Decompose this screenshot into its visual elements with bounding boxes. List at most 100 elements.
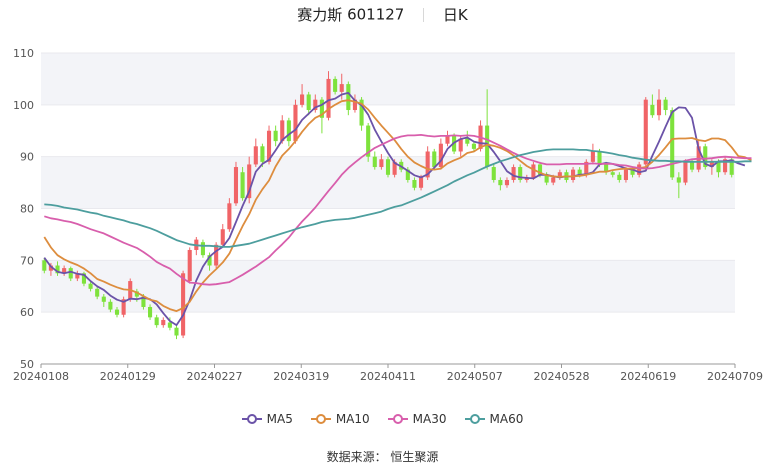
legend-item-ma5[interactable]: MA5 [241, 412, 293, 426]
y-tick-label: 110 [13, 47, 34, 60]
legend-label: MA60 [489, 412, 524, 426]
candle [187, 247, 192, 284]
x-tick-label: 20240227 [187, 370, 243, 383]
candle [181, 270, 186, 339]
candle-body [42, 260, 47, 271]
legend-label: MA30 [412, 412, 447, 426]
chart-container: 赛力斯 601127 日K 50 60 70 80 90 100 110 20240108 2… [0, 0, 765, 465]
candle [293, 99, 298, 144]
candle-body [471, 143, 476, 149]
candle-body [161, 319, 166, 326]
candle-body [200, 242, 205, 256]
candle-body [412, 179, 417, 188]
candle-body [167, 322, 172, 328]
x-tick-label: 20240319 [273, 370, 329, 383]
candle [491, 164, 496, 183]
candle-body [88, 283, 93, 289]
x-tick-label: 20240507 [447, 370, 503, 383]
candle-body [68, 268, 73, 279]
candle-body [306, 94, 311, 111]
candle [385, 156, 391, 178]
grid-band [41, 104, 735, 157]
candle-body [689, 161, 695, 170]
x-tick-label: 20240528 [534, 370, 590, 383]
x-tick-label: 20240411 [360, 370, 416, 383]
candle-body [623, 169, 628, 180]
legend-item-ma10[interactable]: MA10 [310, 412, 370, 426]
candle-body [101, 296, 106, 302]
candle [366, 122, 371, 162]
candle-body [300, 94, 305, 105]
candle-body [333, 78, 338, 92]
candle-body [670, 110, 675, 178]
candle-body [114, 309, 120, 315]
candle-body [326, 78, 331, 118]
y-tick-label: 100 [13, 99, 34, 112]
candle [670, 107, 675, 180]
candle-body [610, 172, 615, 175]
y-tick-label: 80 [20, 203, 34, 216]
grid-band [41, 53, 735, 105]
candle-body [491, 167, 496, 180]
candle-body [676, 177, 681, 183]
candle-body [253, 146, 258, 165]
candle-body [656, 99, 662, 116]
grid-band [41, 312, 735, 364]
candle-body [643, 99, 648, 165]
candle-body [227, 203, 232, 230]
candle-body [181, 273, 186, 336]
legend-swatch [464, 413, 485, 425]
candle [643, 97, 648, 168]
legend-swatch [310, 413, 331, 425]
y-tick-label: 70 [20, 254, 34, 267]
candle-body [418, 177, 424, 188]
x-tick-label: 20240129 [100, 370, 156, 383]
candle-body [571, 169, 576, 180]
y-tick-label: 60 [20, 306, 34, 319]
candle-body [293, 104, 298, 142]
source-value: 恒生聚源 [390, 450, 439, 464]
candle-body [511, 167, 516, 180]
candle-body [683, 161, 688, 183]
candle [518, 164, 523, 183]
candle [703, 143, 708, 170]
candle-body [498, 179, 503, 186]
legend-label: MA10 [335, 412, 370, 426]
candle-body [346, 84, 351, 111]
candle-body [551, 177, 556, 183]
candle-body [187, 249, 192, 282]
candle-body [95, 288, 100, 297]
y-axis: 5060708090100110 [13, 47, 34, 371]
candle-body [214, 244, 219, 266]
legend-swatch [241, 413, 262, 425]
candle-body [445, 135, 450, 144]
legend-swatch [387, 413, 408, 425]
candle-body [286, 120, 291, 142]
candle [333, 76, 338, 95]
x-tick-label: 20240709 [707, 370, 763, 383]
source-label: 数据来源： [326, 450, 387, 464]
candle-body [617, 174, 622, 180]
candle-body [372, 156, 377, 168]
candle-body [432, 151, 437, 168]
candle [200, 239, 205, 258]
candle [511, 164, 516, 183]
candle-body [220, 229, 225, 245]
legend-label: MA5 [266, 412, 293, 426]
data-source: 数据来源： 恒生聚源 [0, 448, 765, 465]
candle-body [174, 327, 179, 336]
candle-body [148, 306, 153, 318]
candle-body [379, 159, 384, 168]
legend-item-ma60[interactable]: MA60 [464, 412, 524, 426]
candle-body [663, 99, 668, 111]
candle-body [650, 104, 655, 116]
candle-body [637, 164, 642, 175]
legend-item-ma30[interactable]: MA30 [387, 412, 447, 426]
candle-body [260, 146, 265, 162]
y-tick-label: 90 [20, 151, 34, 164]
candle-body [339, 84, 344, 92]
candlestick-chart: 5060708090100110 20240108 20240129 2024022… [13, 47, 763, 383]
x-tick-label: 20240619 [620, 370, 676, 383]
candle [121, 296, 126, 318]
x-tick-label: 20240108 [13, 370, 69, 383]
